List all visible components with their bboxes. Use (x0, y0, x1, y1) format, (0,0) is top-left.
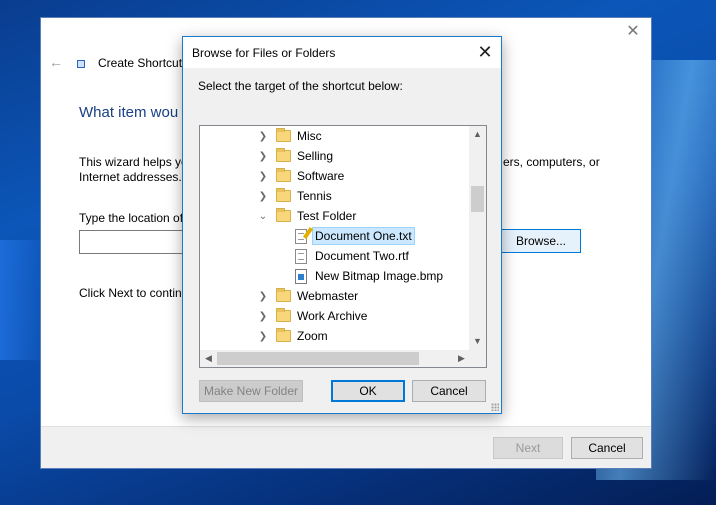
tree-item-label: Work Archive (297, 309, 368, 323)
wizard-cancel-button[interactable]: Cancel (571, 437, 643, 459)
scroll-left-icon[interactable]: ◀ (200, 350, 217, 367)
dialog-title: Browse for Files or Folders (192, 46, 336, 60)
dialog-close-icon[interactable]: ✕ (475, 42, 495, 62)
browse-dialog: Browse for Files or Folders ✕ Select the… (182, 36, 502, 414)
wizard-heading: What item wou (79, 104, 179, 121)
tree-item-selling[interactable]: ❯ Selling (200, 146, 470, 166)
folder-icon (276, 128, 291, 142)
tree-item-label: Zoom (297, 329, 328, 343)
tree-item-label: Misc (297, 129, 322, 143)
tree-item-tennis[interactable]: ❯ Tennis (200, 186, 470, 206)
description-line-1-tail: ers, computers, or (503, 155, 600, 169)
tree-item-label: Tennis (297, 189, 332, 203)
folder-icon (276, 308, 291, 322)
tree-item-label: Webmaster (297, 289, 359, 303)
desktop-light-beam-left (0, 240, 40, 360)
browse-button[interactable]: Browse... (501, 229, 581, 253)
text-file-icon (295, 248, 307, 264)
scrollbar-corner (469, 350, 486, 367)
chevron-right-icon[interactable]: ❯ (258, 171, 268, 182)
location-label: Type the location of (79, 211, 184, 225)
image-file-icon (295, 268, 307, 284)
horizontal-scrollbar[interactable]: ◀ ▶ (200, 350, 470, 367)
folder-icon (276, 208, 291, 222)
tree-item-label: Document One.txt (312, 227, 415, 245)
shortcut-app-icon (77, 60, 85, 68)
chevron-down-icon[interactable]: ⌄ (258, 211, 268, 222)
folder-icon (276, 288, 291, 302)
text-file-icon (295, 226, 314, 244)
scroll-right-icon[interactable]: ▶ (453, 350, 470, 367)
location-input[interactable] (79, 230, 183, 254)
tree-item-label: Selling (297, 149, 334, 163)
make-new-folder-button[interactable]: Make New Folder (199, 380, 303, 402)
tree-item-test-folder[interactable]: ⌄ Test Folder (200, 206, 470, 226)
scroll-down-icon[interactable]: ▼ (469, 333, 486, 350)
tree-item-software[interactable]: ❯ Software (200, 166, 470, 186)
tree-item-webmaster[interactable]: ❯ Webmaster (200, 286, 470, 306)
folder-icon (276, 328, 291, 342)
folder-tree[interactable]: ❯ Misc ❯ Selling ❯ Software ❯ Tennis ⌄ T… (199, 125, 487, 368)
wizard-footer: Next Cancel (41, 426, 651, 468)
tree-item-new-bitmap[interactable]: New Bitmap Image.bmp (200, 266, 470, 286)
back-arrow-icon[interactable]: ← (49, 54, 63, 70)
scroll-up-icon[interactable]: ▲ (469, 126, 486, 143)
folder-icon (276, 188, 291, 202)
chevron-right-icon[interactable]: ❯ (258, 311, 268, 322)
tree-item-document-two[interactable]: Document Two.rtf (200, 246, 470, 266)
chevron-right-icon[interactable]: ❯ (258, 191, 268, 202)
tree-item-zoom[interactable]: ❯ Zoom (200, 326, 470, 346)
chevron-right-icon[interactable]: ❯ (258, 131, 268, 142)
dialog-cancel-button[interactable]: Cancel (412, 380, 486, 402)
close-icon[interactable]: ✕ (625, 24, 641, 40)
tree-item-misc[interactable]: ❯ Misc (200, 126, 470, 146)
tree-item-work-archive[interactable]: ❯ Work Archive (200, 306, 470, 326)
window-title: Create Shortcut (98, 56, 183, 70)
vertical-scroll-thumb[interactable] (471, 186, 484, 212)
chevron-right-icon[interactable]: ❯ (258, 331, 268, 342)
tree-item-label: Test Folder (297, 209, 357, 223)
tree-item-label: Document Two.rtf (315, 249, 409, 263)
folder-icon (276, 148, 291, 162)
chevron-right-icon[interactable]: ❯ (258, 151, 268, 162)
tree-item-label: New Bitmap Image.bmp (315, 269, 444, 283)
horizontal-scroll-thumb[interactable] (217, 352, 419, 365)
ok-button[interactable]: OK (331, 380, 405, 402)
tree-item-label: Software (297, 169, 345, 183)
chevron-right-icon[interactable]: ❯ (258, 291, 268, 302)
next-button[interactable]: Next (493, 437, 563, 459)
next-hint-text: Click Next to contin (79, 286, 182, 300)
dialog-titlebar[interactable]: Browse for Files or Folders ✕ (183, 37, 501, 68)
vertical-scrollbar[interactable]: ▲ ▼ (469, 126, 486, 350)
folder-icon (276, 168, 291, 182)
resize-grip-icon[interactable] (491, 403, 499, 411)
dialog-instruction: Select the target of the shortcut below: (198, 79, 403, 93)
tree-item-document-one[interactable]: Document One.txt (200, 226, 470, 246)
